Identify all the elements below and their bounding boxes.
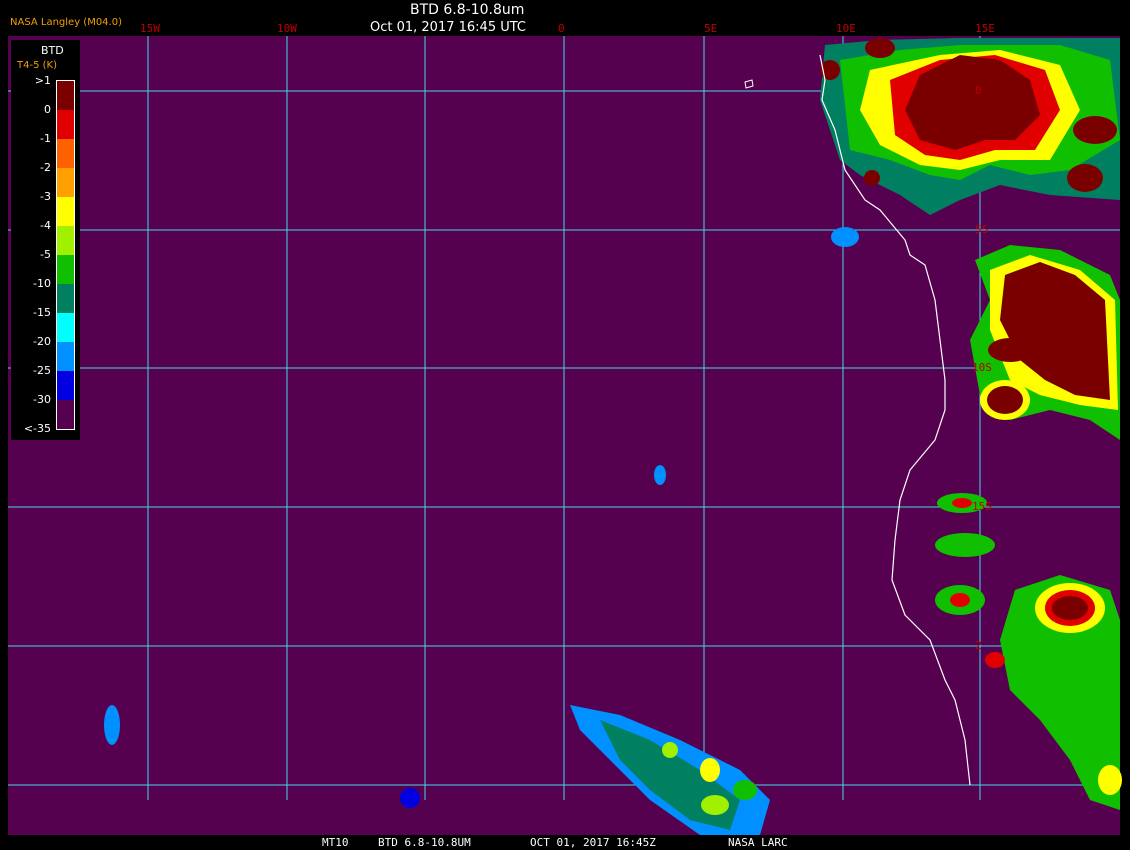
footer-bar: MT10 BTD 6.8-10.8UM OCT 01, 2017 16:45Z …: [0, 835, 1130, 850]
footer-product: BTD 6.8-10.8UM: [378, 836, 471, 849]
lon-label-15w: 15W: [140, 22, 160, 35]
legend-colorbar: [56, 80, 75, 430]
lon-label-15e: 15E: [975, 22, 995, 35]
map-timestamp: Oct 01, 2017 16:45 UTC: [370, 20, 526, 35]
satellite-map: [8, 36, 1122, 836]
legend-tick-label: -1: [40, 132, 51, 145]
legend-swatch: [57, 197, 74, 226]
footer-org: NASA LARC: [728, 836, 788, 849]
legend-tick-label: -3: [40, 190, 51, 203]
map-title: BTD 6.8-10.8um: [410, 2, 525, 18]
lon-label-0: 0: [558, 22, 565, 35]
footer-satellite: MT10: [322, 836, 349, 849]
lat-label-15s: 15S: [972, 500, 992, 513]
legend-swatch: [57, 255, 74, 284]
legend-tick-label: -30: [33, 393, 51, 406]
legend-tick-label: -10: [33, 277, 51, 290]
legend-swatch: [57, 284, 74, 313]
lat-label-20s: 2: [975, 639, 982, 652]
lon-label-10w: 10W: [277, 22, 297, 35]
producer-label: NASA Langley (M04.0): [10, 17, 122, 28]
legend-swatch: [57, 168, 74, 197]
legend-tick-label: -15: [33, 306, 51, 319]
cloud-cluster-east-10s: [970, 245, 1120, 440]
legend-tick-label: -20: [33, 335, 51, 348]
legend-unit: T4-5 (K): [17, 60, 57, 71]
legend-swatch: [57, 313, 74, 342]
legend-swatch: [57, 81, 74, 110]
color-legend: BTD T4-5 (K) >1 0 -1 -2 -3 -4 -5 -10 -15 -20 -25 -3…: [11, 40, 80, 440]
legend-swatch: [57, 342, 74, 371]
legend-swatch: [57, 139, 74, 168]
legend-tick-label: 0: [44, 103, 51, 116]
lon-label-10e: 10E: [836, 22, 856, 35]
lat-label-5s: 5S: [975, 223, 989, 236]
legend-tick-label: -2: [40, 161, 51, 174]
footer-time: OCT 01, 2017 16:45Z: [530, 836, 656, 849]
legend-title: BTD: [41, 44, 64, 57]
lon-label-5e: 5E: [704, 22, 718, 35]
legend-tick-label: -4: [40, 219, 51, 232]
legend-swatch: [57, 371, 74, 400]
lat-label-0: 0: [975, 84, 982, 97]
lat-label-10s: 10S: [972, 361, 992, 374]
legend-swatch: [57, 400, 74, 429]
legend-tick-label: >1: [34, 74, 51, 87]
legend-tick-label: -25: [33, 364, 51, 377]
legend-tick-label: -5: [40, 248, 51, 261]
legend-tick-label: <-35: [23, 422, 51, 435]
legend-swatch: [57, 226, 74, 255]
legend-swatch: [57, 110, 74, 139]
